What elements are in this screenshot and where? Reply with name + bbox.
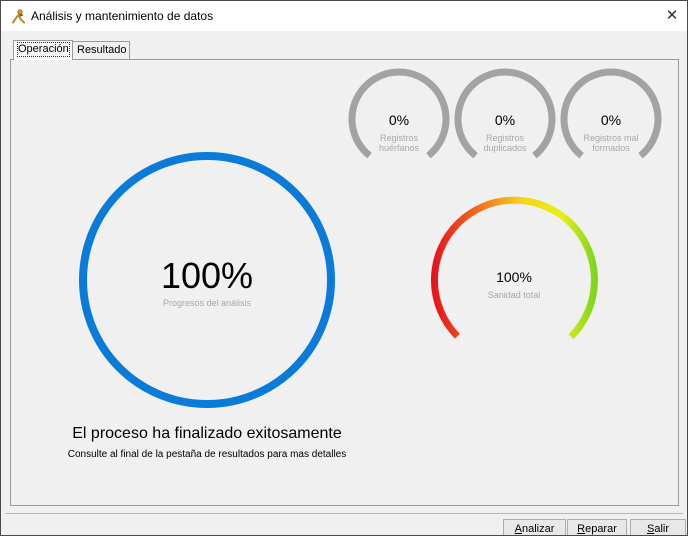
status-title: El proceso ha finalizado exitosamente <box>72 425 342 442</box>
salir-button[interactable]: Salir <box>630 519 686 535</box>
title-bar[interactable]: Análisis y mantenimiento de datos ✕ <box>1 1 687 31</box>
gauge-label-huerfanos-line2: huérfanos <box>378 143 420 153</box>
gauge-label-duplicados: Registros duplicados <box>465 133 545 153</box>
window-title: Análisis y mantenimiento de datos <box>31 9 214 23</box>
reparar-mnemonic: R <box>577 523 586 535</box>
gauge-label-mal-formados-line1: Registros mal <box>583 133 639 143</box>
health-value: 100% <box>496 269 532 285</box>
analizar-button[interactable]: Analizar <box>503 519 566 535</box>
close-icon: ✕ <box>665 7 679 24</box>
gauge-label-huerfanos: Registros huérfanos <box>359 133 439 153</box>
gauge-value-mal-formados: 0% <box>600 112 622 128</box>
gauge-label-huerfanos-line1: Registros <box>379 133 418 143</box>
status-detail: Consulte al final de la pestaña de resul… <box>67 449 347 460</box>
gauge-label-mal-formados-line2: formados <box>592 143 630 153</box>
analizar-mnemonic: A <box>514 523 522 535</box>
app-icon <box>12 9 25 24</box>
gauge-label-duplicados-line1: Registros <box>485 133 524 143</box>
health-label: Sanidad total <box>487 290 541 300</box>
reparar-button[interactable]: Reparar <box>567 519 627 535</box>
footer-divider <box>5 513 683 514</box>
reparar-label: eparar <box>585 523 617 535</box>
salir-label: alir <box>654 523 669 535</box>
tab-resultado-label: Resultado <box>77 44 127 56</box>
tab-operacion[interactable]: Operación <box>13 40 73 60</box>
tab-operacion-label: Operación <box>17 42 70 57</box>
gauge-value-huerfanos: 0% <box>388 112 410 128</box>
progress-value: 100% <box>160 255 254 296</box>
operation-panel: 0% Registros huérfanos 0% Registros dupl… <box>10 59 679 506</box>
main-window: Análisis y mantenimiento de datos ✕ Oper… <box>0 0 688 536</box>
gauge-value-duplicados: 0% <box>494 112 516 128</box>
close-button[interactable]: ✕ <box>657 1 687 31</box>
analizar-label: nalizar <box>521 523 555 535</box>
gauge-label-mal-formados: Registros mal formados <box>571 133 651 153</box>
gauge-label-duplicados-line2: duplicados <box>483 143 527 153</box>
tab-resultado[interactable]: Resultado <box>72 41 130 59</box>
progress-label: Progresos del análisis <box>162 298 252 308</box>
